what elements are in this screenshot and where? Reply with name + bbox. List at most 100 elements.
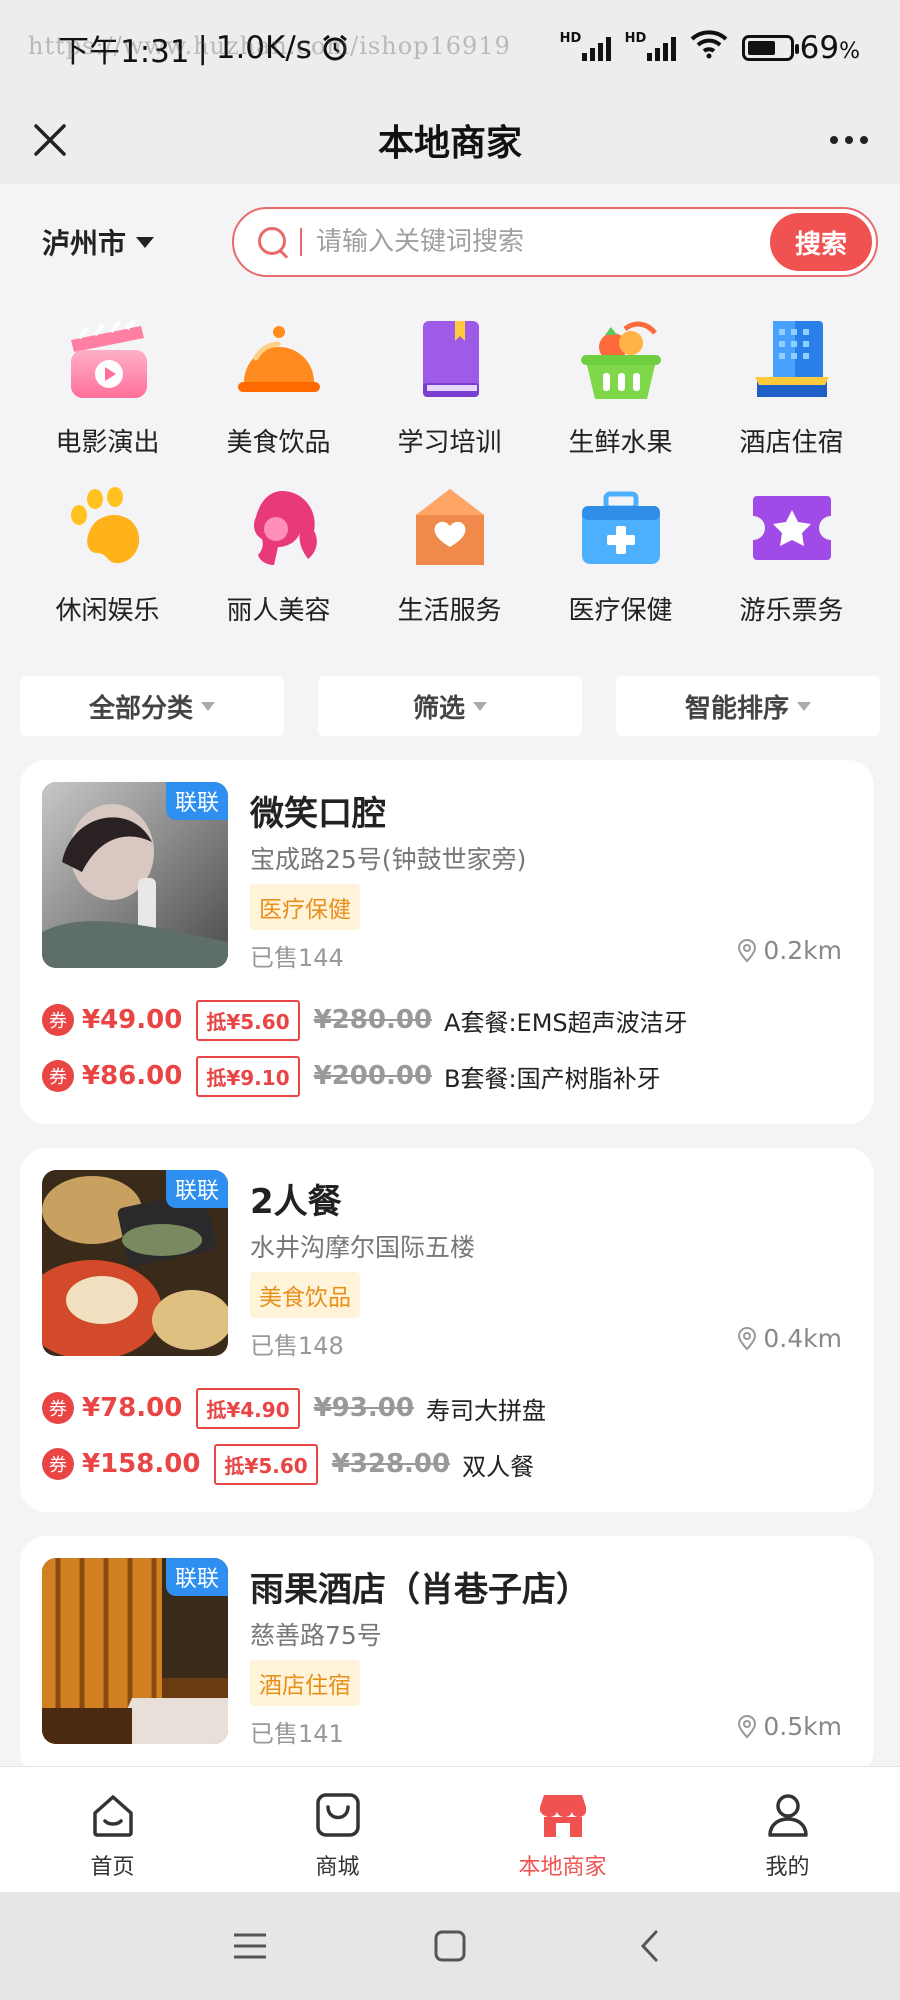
distance-value: 0.5km <box>763 1712 842 1741</box>
deal-original-price: ¥280.00 <box>313 1005 433 1035</box>
filter-screen[interactable]: 筛选 <box>318 676 582 736</box>
category-hotel[interactable]: 酒店住宿 <box>706 306 877 474</box>
deal-price: ¥49.00 <box>82 1005 183 1035</box>
deal-row[interactable]: 券 ¥78.00 抵¥4.90 ¥93.00 寿司大拼盘 <box>42 1380 852 1436</box>
deal-original-price: ¥328.00 <box>331 1449 451 1479</box>
distance: 0.4km <box>737 1324 842 1353</box>
search-box[interactable]: 搜索 <box>232 207 878 277</box>
text-cursor <box>300 228 302 256</box>
coupon-icon: 券 <box>42 1448 74 1480</box>
deal-original-price: ¥200.00 <box>313 1061 433 1091</box>
source-badge: 联联 <box>165 782 228 820</box>
system-nav-bar <box>0 1892 900 2000</box>
category-life-service[interactable]: 生活服务 <box>364 474 535 642</box>
deal-row[interactable]: 券 ¥158.00 抵¥5.60 ¥328.00 双人餐 <box>42 1436 852 1492</box>
filter-label: 全部分类 <box>88 693 193 724</box>
movie-icon <box>62 314 154 406</box>
category-tag: 医疗保健 <box>250 884 360 930</box>
medical-kit-icon <box>575 482 667 574</box>
more-icon[interactable] <box>824 118 874 162</box>
category-medical[interactable]: 医疗保健 <box>535 474 706 642</box>
merchant-card[interactable]: 联联 微笑口腔 宝成路25号(钟鼓世家旁) 医疗保健 已售144 0.2km 券… <box>20 760 874 1124</box>
back-icon[interactable] <box>620 1916 680 1976</box>
search-row: 泸州市 搜索 <box>0 184 900 300</box>
deal-offset: 抵¥5.60 <box>214 1443 318 1485</box>
merchant-title: 2人餐 <box>250 1182 342 1222</box>
page-title: 本地商家 <box>377 123 522 164</box>
deal-list: 券 ¥78.00 抵¥4.90 ¥93.00 寿司大拼盘 券 ¥158.00 抵… <box>42 1380 852 1492</box>
caret-down-icon <box>797 701 811 711</box>
city-selector[interactable]: 泸州市 <box>42 222 192 262</box>
filter-bar: 全部分类 筛选 智能排序 <box>20 676 880 736</box>
deal-name: 双人餐 <box>462 1452 535 1481</box>
filter-all-categories[interactable]: 全部分类 <box>20 676 284 736</box>
merchant-address: 水井沟摩尔国际五楼 <box>250 1233 476 1262</box>
store-icon <box>535 1787 591 1843</box>
menu-icon[interactable] <box>220 1916 280 1976</box>
category-label: 休闲娱乐 <box>55 596 160 626</box>
category-food[interactable]: 美食饮品 <box>193 306 364 474</box>
merchant-summary: 联联 2人餐 水井沟摩尔国际五楼 美食饮品 已售148 0.4km <box>42 1170 852 1360</box>
category-beauty[interactable]: 丽人美容 <box>193 474 364 642</box>
category-study[interactable]: 学习培训 <box>364 306 535 474</box>
fruit-basket-icon <box>575 314 667 406</box>
nav-home[interactable]: 首页 <box>0 1767 225 1892</box>
filter-label: 筛选 <box>412 693 465 724</box>
distance: 0.2km <box>737 936 842 965</box>
battery-icon <box>741 35 799 61</box>
merchant-thumbnail: 联联 <box>42 1558 228 1744</box>
close-icon[interactable] <box>26 116 74 164</box>
distance-value: 0.2km <box>763 936 842 965</box>
merchant-address: 宝成路25号(钟鼓世家旁) <box>250 845 527 874</box>
nav-label: 本地商家 <box>518 1855 607 1880</box>
filter-smart-sort[interactable]: 智能排序 <box>616 676 880 736</box>
deal-row[interactable]: 券 ¥86.00 抵¥9.10 ¥200.00 B套餐:国产树脂补牙 <box>42 1048 852 1104</box>
beauty-icon <box>233 482 325 574</box>
deal-original-price: ¥93.00 <box>313 1393 414 1423</box>
home-square-icon[interactable] <box>420 1916 480 1976</box>
merchant-address: 慈善路75号 <box>250 1621 382 1650</box>
signal-icon-1: HD <box>560 31 611 61</box>
search-button[interactable]: 搜索 <box>770 213 872 271</box>
house-heart-icon <box>404 482 496 574</box>
home-icon <box>85 1787 141 1843</box>
deal-offset: 抵¥9.10 <box>196 1055 300 1097</box>
location-pin-icon <box>738 1326 757 1350</box>
caret-down-icon <box>136 236 155 248</box>
deal-row[interactable]: 券 ¥49.00 抵¥5.60 ¥280.00 A套餐:EMS超声波洁牙 <box>42 992 852 1048</box>
deal-offset: 抵¥4.90 <box>196 1387 300 1429</box>
category-label: 丽人美容 <box>226 596 331 626</box>
nav-mall[interactable]: 商城 <box>225 1767 450 1892</box>
merchant-card[interactable]: 联联 2人餐 水井沟摩尔国际五楼 美食饮品 已售148 0.4km 券 ¥78.… <box>20 1148 874 1512</box>
nav-label: 商城 <box>315 1855 360 1880</box>
coupon-icon: 券 <box>42 1392 74 1424</box>
status-bar: https://www.huzhan.com/ishop16919 下午1:31… <box>0 0 900 96</box>
category-movie[interactable]: 电影演出 <box>22 306 193 474</box>
deal-name: 寿司大拼盘 <box>425 1396 546 1425</box>
distance: 0.5km <box>737 1712 842 1741</box>
category-label: 医疗保健 <box>568 596 673 626</box>
sold-count: 已售148 <box>250 1332 344 1360</box>
category-label: 生活服务 <box>397 596 502 626</box>
category-fresh[interactable]: 生鲜水果 <box>535 306 706 474</box>
battery-fill <box>747 41 776 55</box>
distance-value: 0.4km <box>763 1324 842 1353</box>
hotel-icon <box>746 314 838 406</box>
merchant-thumbnail: 联联 <box>42 782 228 968</box>
coupon-icon: 券 <box>42 1004 74 1036</box>
nav-label: 我的 <box>765 1855 810 1880</box>
caret-down-icon <box>473 701 487 711</box>
merchant-card[interactable]: 联联 雨果酒店（肖巷子店） 慈善路75号 酒店住宿 已售141 0.5km <box>20 1536 874 1776</box>
nav-profile[interactable]: 我的 <box>675 1767 900 1892</box>
food-icon <box>233 314 325 406</box>
category-label: 酒店住宿 <box>739 428 844 458</box>
deal-price: ¥78.00 <box>82 1393 183 1423</box>
merchant-summary: 联联 雨果酒店（肖巷子店） 慈善路75号 酒店住宿 已售141 0.5km <box>42 1558 852 1748</box>
search-input[interactable] <box>316 227 770 257</box>
wifi-icon <box>690 29 728 67</box>
user-icon <box>760 1787 816 1843</box>
nav-local-merchants[interactable]: 本地商家 <box>450 1767 675 1892</box>
category-leisure[interactable]: 休闲娱乐 <box>22 474 193 642</box>
category-tickets[interactable]: 游乐票务 <box>706 474 877 642</box>
deal-name: A套餐:EMS超声波洁牙 <box>444 1008 688 1037</box>
